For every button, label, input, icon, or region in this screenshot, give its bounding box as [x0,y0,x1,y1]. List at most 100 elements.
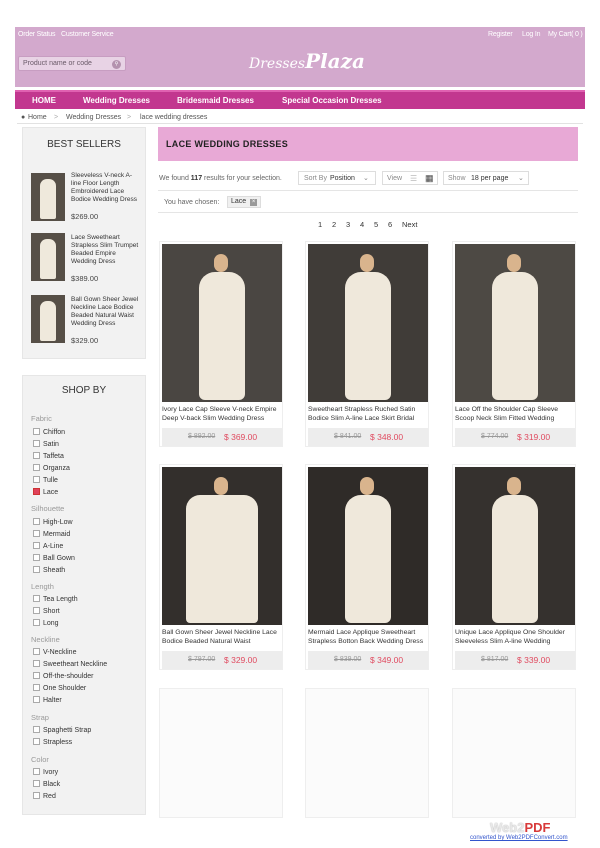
best-seller-image[interactable] [31,233,65,281]
checkbox-icon[interactable] [33,660,40,667]
home-icon[interactable]: ● [21,114,25,121]
search-icon[interactable]: ⚲ [112,60,121,69]
product-name[interactable]: Ball Gown Sheer Jewel Neckline Lace Bodi… [162,629,284,646]
filter-option[interactable]: Taffeta [33,452,64,460]
page-link[interactable]: 2 [332,220,336,229]
sort-by-select[interactable]: Sort By Position ⌄ [298,171,376,185]
product-name[interactable]: Lace Off the Shoulder Cap Sleeve Scoop N… [455,406,577,423]
checkbox-icon[interactable] [33,684,40,691]
filter-option[interactable]: High-Low [33,518,73,526]
filter-option[interactable]: Satin [33,440,59,448]
filter-option[interactable]: Sweetheart Neckline [33,660,107,668]
checkbox-icon[interactable] [33,738,40,745]
best-seller-name[interactable]: Lace Sweetheart Strapless Slim Trumpet B… [71,234,141,266]
filter-option[interactable]: Red [33,792,56,800]
next-page-link[interactable]: Next [402,220,417,229]
checkbox-icon[interactable] [33,672,40,679]
filter-option[interactable]: Sheath [33,566,65,574]
best-seller-image[interactable] [31,173,65,221]
checked-checkbox-icon[interactable] [33,488,40,495]
product-name[interactable]: Mermaid Lace Applique Sweetheart Straple… [308,629,430,646]
checkbox-icon[interactable] [33,619,40,626]
filter-option[interactable]: Halter [33,696,62,704]
page-link[interactable]: 4 [360,220,364,229]
filter-option[interactable]: One Shoulder [33,684,86,692]
filter-option[interactable]: Spaghetti Strap [33,726,91,734]
product-card[interactable]: Ivory Lace Cap Sleeve V-neck Empire Deep… [159,241,283,447]
checkbox-icon[interactable] [33,464,40,471]
product-name[interactable]: Unique Lace Applique One Shoulder Sleeve… [455,629,577,646]
checkbox-icon[interactable] [33,440,40,447]
product-image[interactable] [162,244,282,402]
filter-option-checked[interactable]: Lace [33,488,58,496]
breadcrumb-home[interactable]: Home [28,114,47,121]
checkbox-icon[interactable] [33,554,40,561]
checkbox-icon[interactable] [33,780,40,787]
product-card[interactable]: Sweetheart Strapless Ruched Satin Bodice… [305,241,429,447]
best-seller-name[interactable]: Sleeveless V-neck A-line Floor Length Em… [71,172,141,204]
product-image[interactable] [162,467,282,625]
page-link[interactable]: 1 [318,220,322,229]
page-link[interactable]: 6 [388,220,392,229]
page-link[interactable]: 5 [374,220,378,229]
filter-option[interactable]: Off-the-shoulder [33,672,93,680]
checkbox-icon[interactable] [33,452,40,459]
nav-bridesmaid-dresses[interactable]: Bridesmaid Dresses [177,96,254,105]
page-link[interactable]: 3 [346,220,350,229]
filter-option[interactable]: Short [33,607,60,615]
checkbox-icon[interactable] [33,768,40,775]
customer-service-link[interactable]: Customer Service [61,31,114,38]
web2pdf-link[interactable]: converted by Web2PDFConvert.com [470,835,568,841]
product-image[interactable] [455,244,575,402]
remove-filter-icon[interactable]: × [250,199,258,206]
filter-option[interactable]: Tea Length [33,595,78,603]
filter-option[interactable]: A-Line [33,542,63,550]
checkbox-icon[interactable] [33,542,40,549]
checkbox-icon[interactable] [33,530,40,537]
filter-option[interactable]: Chiffon [33,428,65,436]
product-image[interactable] [455,467,575,625]
site-logo[interactable]: DressesPlaza [249,49,365,73]
product-card[interactable]: Unique Lace Applique One Shoulder Sleeve… [452,464,576,670]
filter-option[interactable]: Long [33,619,59,627]
filter-option[interactable]: V-Neckline [33,648,76,656]
list-view-icon[interactable]: ☰ [410,174,417,183]
grid-view-icon[interactable]: ▦ [425,173,434,184]
filter-option[interactable]: Tulle [33,476,58,484]
product-name[interactable]: Sweetheart Strapless Ruched Satin Bodice… [308,406,430,423]
product-name[interactable]: Ivory Lace Cap Sleeve V-neck Empire Deep… [162,406,284,423]
filter-option[interactable]: Mermaid [33,530,70,538]
checkbox-icon[interactable] [33,566,40,573]
checkbox-icon[interactable] [33,518,40,525]
checkbox-icon[interactable] [33,595,40,602]
checkbox-icon[interactable] [33,726,40,733]
filter-option[interactable]: Ivory [33,768,58,776]
show-per-page-select[interactable]: Show 18 per page ⌄ [443,171,529,185]
checkbox-icon[interactable] [33,696,40,703]
checkbox-icon[interactable] [33,476,40,483]
cart-link[interactable]: My Cart( 0 ) [548,31,583,38]
chosen-filter-tag[interactable]: Lace × [227,196,262,208]
login-link[interactable]: Log In [522,31,540,38]
filter-option[interactable]: Ball Gown [33,554,75,562]
filter-option[interactable]: Organza [33,464,70,472]
nav-wedding-dresses[interactable]: Wedding Dresses [83,96,150,105]
search-input[interactable]: Product name or code ⚲ [18,56,126,71]
product-image[interactable] [308,467,428,625]
checkbox-icon[interactable] [33,648,40,655]
filter-option[interactable]: Black [33,780,60,788]
filter-option[interactable]: Strapless [33,738,72,746]
checkbox-icon[interactable] [33,607,40,614]
checkbox-icon[interactable] [33,792,40,799]
product-card[interactable]: Mermaid Lace Applique Sweetheart Straple… [305,464,429,670]
product-card[interactable]: Ball Gown Sheer Jewel Neckline Lace Bodi… [159,464,283,670]
best-seller-name[interactable]: Ball Gown Sheer Jewel Neckline Lace Bodi… [71,296,141,328]
nav-home[interactable]: HOME [32,96,56,105]
checkbox-icon[interactable] [33,428,40,435]
breadcrumb-wedding[interactable]: Wedding Dresses [66,114,121,121]
product-card[interactable]: Lace Off the Shoulder Cap Sleeve Scoop N… [452,241,576,447]
best-seller-image[interactable] [31,295,65,343]
product-image[interactable] [308,244,428,402]
order-status-link[interactable]: Order Status [18,31,55,38]
register-link[interactable]: Register [488,31,513,38]
